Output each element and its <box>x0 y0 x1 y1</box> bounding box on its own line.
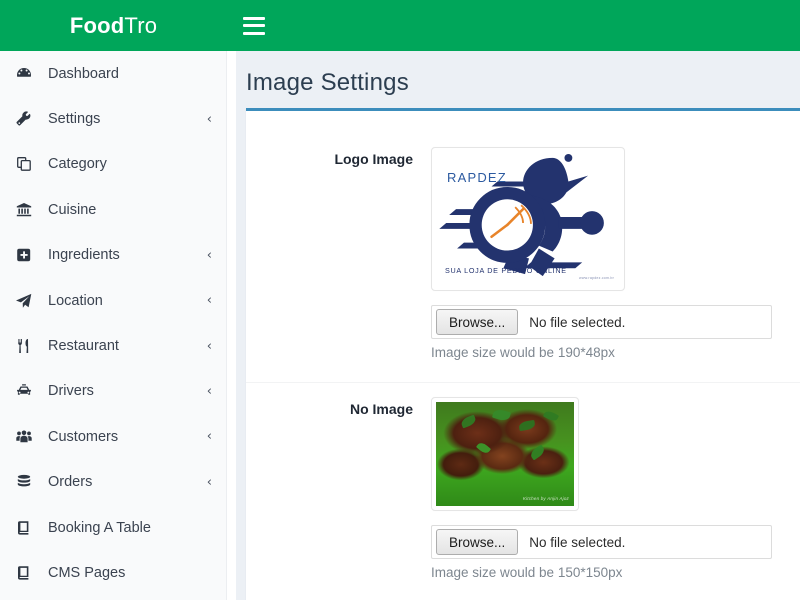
no-image-field: Kitchen by Anjin Ajoz Browse... No file … <box>431 397 800 580</box>
form-row-no-image: No Image Kitchen by Anjin Ajoz Browse...… <box>246 382 800 600</box>
sidebar-item-label: Customers <box>48 428 119 445</box>
sidebar-item-booking-a-table[interactable]: Booking A Table <box>0 505 226 550</box>
sidebar-item-ingredients[interactable]: Ingredients ‹ <box>0 233 226 278</box>
sidebar-item-label: Category <box>48 156 107 173</box>
no-image-file-input[interactable]: Browse... No file selected. <box>431 525 772 559</box>
image-settings-panel: Logo Image RAPDEZ SUA LOJA DE PEDIDO ONL… <box>246 108 800 600</box>
chevron-left-icon: ‹ <box>206 247 212 263</box>
sidebar-item-customers[interactable]: Customers ‹ <box>0 414 226 459</box>
content-wrapper: Image Settings Logo Image RAPDEZ SUA LOJ… <box>236 51 800 600</box>
taxi-icon <box>16 383 40 399</box>
bank-icon <box>16 202 40 218</box>
cutlery-icon <box>16 338 40 354</box>
sidebar-item-drivers[interactable]: Drivers ‹ <box>0 369 226 414</box>
no-image-help-text: Image size would be 150*150px <box>431 565 623 580</box>
curry-leaf-5 <box>476 440 492 455</box>
paper-plane-icon <box>16 293 40 309</box>
no-image-preview: Kitchen by Anjin Ajoz <box>431 397 579 511</box>
sidebar-item-label: Location <box>48 292 103 309</box>
book-icon <box>16 565 40 581</box>
dashboard-icon <box>16 66 40 82</box>
sidebar-item-label: Settings <box>48 111 101 128</box>
chevron-left-icon: ‹ <box>206 293 212 309</box>
book-icon <box>16 520 40 536</box>
logo-artwork: RAPDEZ SUA LOJA DE PEDIDO ONLINE www.rap… <box>436 152 620 286</box>
plus-square-icon <box>16 247 40 263</box>
logo-browse-button[interactable]: Browse... <box>436 309 519 335</box>
hamburger-menu-icon[interactable] <box>243 16 265 35</box>
sidebar-item-label: Drivers <box>48 383 94 400</box>
sidebar: Dashboard Settings ‹ Category Cuisine In… <box>0 51 227 600</box>
curry-leaf-1 <box>459 414 477 429</box>
logo-image-label: Logo Image <box>334 151 413 167</box>
hamburger-bar-2 <box>243 24 265 27</box>
logo-brand-text: RAPDEZ <box>447 170 507 185</box>
curry-leaf-6 <box>528 444 547 461</box>
sidebar-item-cuisine[interactable]: Cuisine <box>0 187 226 232</box>
sidebar-item-label: Dashboard <box>48 65 119 82</box>
sidebar-item-label: Booking A Table <box>48 519 151 536</box>
brand-name-light: Tro <box>124 12 158 38</box>
sidebar-item-category[interactable]: Category <box>0 142 226 187</box>
page-title: Image Settings <box>246 69 409 96</box>
copy-icon <box>16 156 40 172</box>
wrench-icon <box>16 111 40 127</box>
brand-name-bold: Food <box>69 12 125 38</box>
form-row-logo-image: Logo Image RAPDEZ SUA LOJA DE PEDIDO ONL… <box>246 133 800 382</box>
sidebar-item-label: Restaurant <box>48 338 119 355</box>
top-navbar: Food Tro <box>0 0 800 51</box>
food-photo: Kitchen by Anjin Ajoz <box>436 402 574 506</box>
logo-tagline-text: SUA LOJA DE PEDIDO ONLINE <box>445 266 567 275</box>
sidebar-item-label: Cuisine <box>48 201 97 218</box>
logo-help-text: Image size would be 190*48px <box>431 345 615 360</box>
database-icon <box>16 474 40 490</box>
sidebar-item-dashboard[interactable]: Dashboard <box>0 51 226 96</box>
chevron-left-icon: ‹ <box>206 474 212 490</box>
hamburger-bar-3 <box>243 31 265 35</box>
curry-leaf-4 <box>542 409 559 424</box>
curry-leaf-2 <box>491 408 511 423</box>
navbar-strip <box>227 0 800 51</box>
chevron-left-icon: ‹ <box>206 429 212 445</box>
sidebar-item-label: Orders <box>48 474 93 491</box>
chevron-left-icon: ‹ <box>206 383 212 399</box>
brand-logo[interactable]: Food Tro <box>0 0 227 51</box>
panel-body: Logo Image RAPDEZ SUA LOJA DE PEDIDO ONL… <box>246 111 800 600</box>
users-icon <box>16 429 40 445</box>
chevron-left-icon: ‹ <box>206 338 212 354</box>
no-image-file-status: No file selected. <box>529 534 626 550</box>
sidebar-item-cms-pages[interactable]: CMS Pages <box>0 550 226 595</box>
logo-image-preview: RAPDEZ SUA LOJA DE PEDIDO ONLINE www.rap… <box>431 147 625 291</box>
sidebar-item-orders[interactable]: Orders ‹ <box>0 460 226 505</box>
sidebar-menu: Dashboard Settings ‹ Category Cuisine In… <box>0 51 226 596</box>
app-root: Food Tro Dashboard Settings ‹ Category C… <box>0 0 800 600</box>
logo-watermark-text: www.rapdez.com.br <box>579 276 614 280</box>
curry-leaf-3 <box>518 419 536 431</box>
logo-image-file-input[interactable]: Browse... No file selected. <box>431 305 772 339</box>
sidebar-item-location[interactable]: Location ‹ <box>0 278 226 323</box>
sidebar-item-restaurant[interactable]: Restaurant ‹ <box>0 323 226 368</box>
logo-file-status: No file selected. <box>529 314 626 330</box>
hamburger-bar-1 <box>243 16 265 20</box>
no-image-label: No Image <box>349 401 413 417</box>
logo-image-field: RAPDEZ SUA LOJA DE PEDIDO ONLINE www.rap… <box>431 147 800 360</box>
sidebar-item-label: Ingredients <box>48 247 120 264</box>
photo-watermark-text: Kitchen by Anjin Ajoz <box>522 496 569 501</box>
sidebar-item-label: CMS Pages <box>48 564 126 581</box>
no-image-browse-button[interactable]: Browse... <box>436 529 519 555</box>
sidebar-item-settings[interactable]: Settings ‹ <box>0 96 226 141</box>
chevron-left-icon: ‹ <box>206 111 212 127</box>
